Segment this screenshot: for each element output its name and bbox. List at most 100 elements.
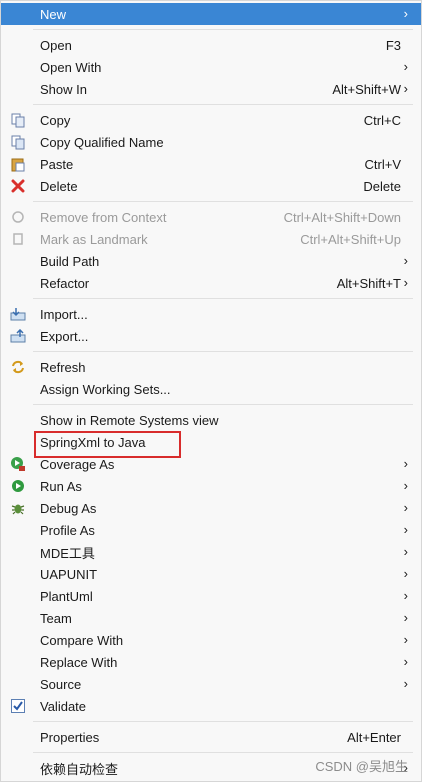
menu-item-export[interactable]: Export... bbox=[1, 325, 421, 347]
delete-icon bbox=[10, 178, 26, 194]
menu-label: Mark as Landmark bbox=[40, 231, 148, 247]
menu-shortcut: Ctrl+Alt+Shift+Down bbox=[283, 209, 401, 225]
menu-label: Show in Remote Systems view bbox=[40, 412, 219, 428]
menu-item-mark-as-landmark[interactable]: Mark as Landmark Ctrl+Alt+Shift+Up bbox=[1, 228, 421, 250]
menu-item-copy-qualified-name[interactable]: Copy Qualified Name bbox=[1, 131, 421, 153]
menu-label: Show In bbox=[40, 81, 87, 97]
checkbox-checked-icon bbox=[10, 698, 26, 714]
menu-item-compare-with[interactable]: Compare With › bbox=[1, 629, 421, 651]
menu-item-import[interactable]: Import... bbox=[1, 303, 421, 325]
menu-label: Team bbox=[40, 610, 72, 626]
menu-label: Open bbox=[40, 37, 72, 53]
separator bbox=[33, 298, 413, 299]
menu-shortcut: Alt+Shift+W bbox=[332, 81, 401, 97]
menu-label: UAPUNIT bbox=[40, 566, 98, 582]
separator bbox=[33, 201, 413, 202]
menu-shortcut: F3 bbox=[385, 37, 401, 53]
menu-item-team[interactable]: Team › bbox=[1, 607, 421, 629]
menu-label: 依赖自动检查 bbox=[40, 761, 119, 777]
submenu-arrow-icon: › bbox=[403, 456, 408, 471]
refresh-icon bbox=[10, 359, 26, 375]
submenu-arrow-icon: › bbox=[403, 676, 408, 691]
menu-item-build-path[interactable]: Build Path › bbox=[1, 250, 421, 272]
menu-shortcut: Ctrl+V bbox=[364, 156, 401, 172]
menu-item-show-in[interactable]: Show In Alt+Shift+W › bbox=[1, 78, 421, 100]
debug-bug-icon bbox=[10, 500, 26, 516]
menu-item-validate[interactable]: Validate bbox=[1, 695, 421, 717]
menu-label: New bbox=[40, 6, 67, 22]
menu-item-open-with[interactable]: Open With › bbox=[1, 56, 421, 78]
menu-item-run-as[interactable]: Run As › bbox=[1, 475, 421, 497]
menu-label: Delete bbox=[40, 178, 78, 194]
menu-label: Refresh bbox=[40, 359, 86, 375]
separator bbox=[33, 104, 413, 105]
menu-shortcut: Alt+Shift+T bbox=[336, 275, 401, 291]
separator bbox=[33, 721, 413, 722]
menu-label: Source bbox=[40, 676, 82, 692]
menu-label: Open With bbox=[40, 59, 102, 75]
annotation-highlight-box bbox=[34, 431, 181, 458]
remove-context-icon bbox=[10, 209, 26, 225]
menu-item-refresh[interactable]: Refresh bbox=[1, 356, 421, 378]
menu-item-properties[interactable]: Properties Alt+Enter bbox=[1, 726, 421, 748]
submenu-arrow-icon: › bbox=[403, 59, 408, 74]
menu-item-refactor[interactable]: Refactor Alt+Shift+T › bbox=[1, 272, 421, 294]
submenu-arrow-icon: › bbox=[403, 253, 408, 268]
submenu-arrow-icon: › bbox=[403, 544, 408, 559]
submenu-arrow-icon: › bbox=[403, 500, 408, 515]
context-menu: New › Open F3 Open With › Show In Alt+Sh… bbox=[0, 0, 422, 782]
menu-item-paste[interactable]: Paste Ctrl+V bbox=[1, 153, 421, 175]
submenu-arrow-icon: › bbox=[403, 566, 408, 581]
menu-label: Profile As bbox=[40, 522, 95, 538]
menu-label: Import... bbox=[40, 306, 88, 322]
menu-item-copy[interactable]: Copy Ctrl+C bbox=[1, 109, 421, 131]
copy-qualified-icon bbox=[10, 134, 26, 150]
watermark: CSDN @吴旭生 bbox=[315, 759, 408, 774]
menu-item-debug-as[interactable]: Debug As › bbox=[1, 497, 421, 519]
menu-item-plantuml[interactable]: PlantUml › bbox=[1, 585, 421, 607]
menu-label: Export... bbox=[40, 328, 89, 344]
separator bbox=[33, 404, 413, 405]
menu-label: Replace With bbox=[40, 654, 118, 670]
separator bbox=[33, 752, 413, 753]
menu-shortcut: Delete bbox=[363, 178, 401, 194]
menu-label: Validate bbox=[40, 698, 87, 714]
menu-label: Paste bbox=[40, 156, 74, 172]
menu-item-new[interactable]: New › bbox=[1, 3, 421, 25]
menu-label: PlantUml bbox=[40, 588, 93, 604]
menu-item-delete[interactable]: Delete Delete bbox=[1, 175, 421, 197]
menu-label: Build Path bbox=[40, 253, 100, 269]
submenu-arrow-icon: › bbox=[403, 478, 408, 493]
menu-label: Coverage As bbox=[40, 456, 115, 472]
submenu-arrow-icon: › bbox=[403, 6, 408, 21]
paste-icon bbox=[10, 156, 26, 172]
menu-label: Properties bbox=[40, 729, 100, 745]
menu-label: Copy Qualified Name bbox=[40, 134, 164, 150]
menu-item-remove-from-context[interactable]: Remove from Context Ctrl+Alt+Shift+Down bbox=[1, 206, 421, 228]
menu-label: Assign Working Sets... bbox=[40, 381, 171, 397]
menu-item-assign-working-sets[interactable]: Assign Working Sets... bbox=[1, 378, 421, 400]
menu-item-source[interactable]: Source › bbox=[1, 673, 421, 695]
submenu-arrow-icon: › bbox=[403, 610, 408, 625]
export-icon bbox=[10, 328, 26, 344]
menu-item-replace-with[interactable]: Replace With › bbox=[1, 651, 421, 673]
submenu-arrow-icon: › bbox=[403, 81, 408, 96]
submenu-arrow-icon: › bbox=[403, 632, 408, 647]
menu-item-mde-tools[interactable]: MDE工具 › bbox=[1, 541, 421, 563]
menu-item-profile-as[interactable]: Profile As › bbox=[1, 519, 421, 541]
menu-item-open[interactable]: Open F3 bbox=[1, 34, 421, 56]
menu-label: Run As bbox=[40, 478, 82, 494]
menu-label: Debug As bbox=[40, 500, 97, 516]
separator bbox=[33, 29, 413, 30]
menu-item-show-in-remote-systems[interactable]: Show in Remote Systems view bbox=[1, 409, 421, 431]
menu-shortcut: Ctrl+C bbox=[363, 112, 401, 128]
menu-label: Compare With bbox=[40, 632, 124, 648]
menu-label: Remove from Context bbox=[40, 209, 167, 225]
submenu-arrow-icon: › bbox=[403, 654, 408, 669]
menu-label: MDE工具 bbox=[40, 545, 95, 561]
menu-label: Refactor bbox=[40, 275, 90, 291]
copy-icon bbox=[10, 112, 26, 128]
run-icon bbox=[10, 478, 26, 494]
menu-item-uapunit[interactable]: UAPUNIT › bbox=[1, 563, 421, 585]
submenu-arrow-icon: › bbox=[403, 522, 408, 537]
